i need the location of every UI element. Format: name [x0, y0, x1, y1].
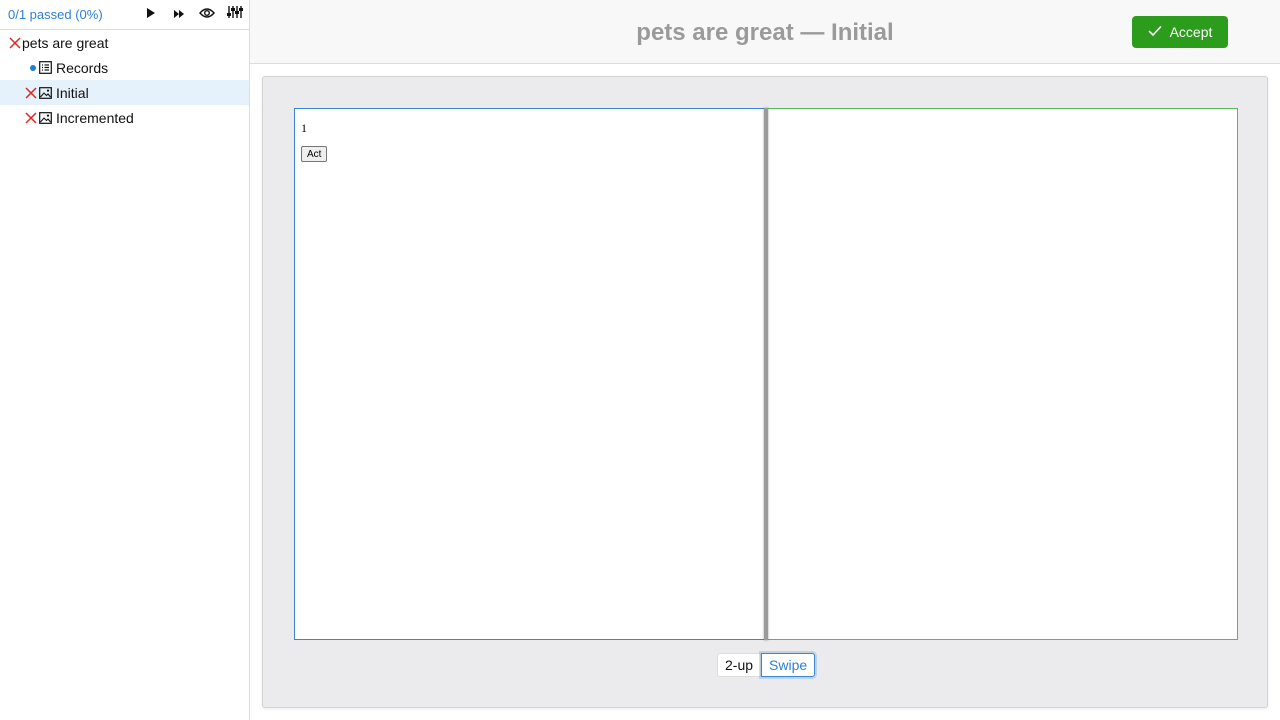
- watch-button[interactable]: [193, 1, 221, 29]
- eye-icon: [199, 6, 215, 24]
- tree-item-initial[interactable]: Initial: [0, 80, 249, 105]
- app-root: 0/1 passed (0%) pets are great Records I…: [0, 0, 1280, 720]
- tree-item-label: Incremented: [56, 109, 134, 126]
- settings-button[interactable]: [221, 1, 249, 29]
- tree-item-label: pets are great: [22, 34, 109, 51]
- page-title: pets are great — Initial: [636, 19, 894, 46]
- swipe-mode-button[interactable]: Swipe: [761, 653, 816, 677]
- main-area: pets are great — Initial Accept 1 Act 2-…: [250, 0, 1280, 720]
- image-icon: [38, 111, 52, 125]
- accept-button[interactable]: Accept: [1132, 16, 1228, 48]
- failed-x-icon: [24, 86, 38, 100]
- tree-item-incremented[interactable]: Incremented: [0, 105, 249, 130]
- sidebar-header: 0/1 passed (0%): [0, 0, 249, 30]
- rendered-count: 1: [301, 121, 307, 135]
- accept-label: Accept: [1169, 24, 1213, 40]
- records-list-icon: [38, 61, 52, 75]
- tree-item-label: Initial: [56, 84, 89, 101]
- tree-item-story[interactable]: pets are great: [0, 30, 249, 55]
- info-dot-icon: [24, 61, 38, 75]
- tree-item-records[interactable]: Records: [0, 55, 249, 80]
- check-icon: [1148, 24, 1170, 40]
- two-up-mode-button[interactable]: 2-up: [717, 653, 762, 677]
- failed-x-icon: [8, 36, 22, 50]
- main-header: pets are great — Initial Accept: [250, 0, 1280, 64]
- swipe-comparison[interactable]: 1 Act: [294, 108, 1238, 640]
- current-screenshot: [766, 108, 1238, 640]
- comparison-panel: 1 Act 2-up Swipe: [262, 76, 1268, 708]
- sliders-icon: [227, 5, 243, 24]
- fast-forward-icon: [173, 6, 185, 24]
- baseline-screenshot: 1 Act: [294, 108, 766, 640]
- act-button-preview: Act: [301, 146, 328, 162]
- play-icon: [146, 6, 156, 24]
- run-all-button[interactable]: [165, 1, 193, 29]
- tree-item-label: Records: [56, 59, 109, 76]
- test-tree: pets are great Records Initial Increment…: [0, 30, 249, 130]
- run-button[interactable]: [137, 1, 165, 29]
- view-mode-toggle: 2-up Swipe: [717, 653, 816, 677]
- sidebar: 0/1 passed (0%) pets are great Records I…: [0, 0, 250, 720]
- swipe-handle[interactable]: [764, 108, 768, 640]
- pass-status[interactable]: 0/1 passed (0%): [8, 7, 137, 22]
- failed-x-icon: [24, 111, 38, 125]
- image-icon: [38, 86, 52, 100]
